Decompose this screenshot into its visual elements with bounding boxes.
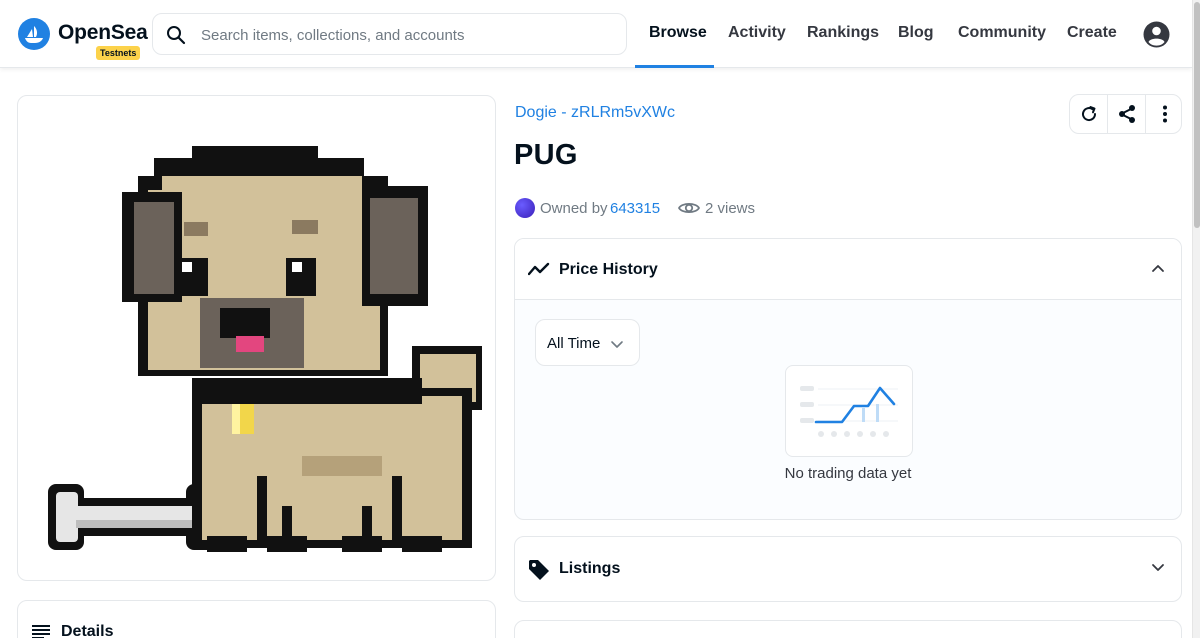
eye-icon [678,202,700,214]
more-vertical-icon [1162,105,1167,123]
chevron-up-icon [1152,265,1164,272]
owner-link[interactable]: 643315 [610,200,660,217]
details-title: Details [61,623,114,638]
pug-pixel-art-image [48,146,482,552]
refresh-icon [1081,106,1096,122]
more-options-button[interactable] [1146,95,1183,133]
trending-icon [528,262,550,276]
opensea-logo-icon [18,18,50,50]
chevron-down-icon [611,341,623,348]
no-trading-data-message: No trading data yet [784,465,912,482]
search-bar [152,13,627,55]
nav-blog[interactable]: Blog [898,24,934,42]
collection-link[interactable]: Dogie - zRLRm5vXWc [515,104,675,122]
top-navbar: OpenSea Testnets Browse Activity Ranking… [0,0,1192,68]
time-range-value: All Time [547,335,601,352]
chart-placeholder-icon [800,386,898,437]
time-range-select[interactable]: All Time [535,319,640,366]
price-history-header[interactable]: Price History [515,239,1181,300]
listings-panel-header[interactable]: Listings [514,536,1182,602]
chevron-down-icon [1152,564,1164,571]
nav-browse[interactable]: Browse [649,24,707,42]
page-scrollbar[interactable] [1192,0,1200,638]
nft-image-card[interactable] [17,95,496,581]
share-icon [1118,105,1135,123]
refresh-button[interactable] [1070,95,1107,133]
tag-icon [529,560,549,580]
opensea-logo[interactable]: OpenSea Testnets [18,16,148,62]
brand-name: OpenSea [58,21,148,44]
views-count: 2 views [705,200,756,217]
empty-chart-illustration [785,365,913,457]
search-icon [167,26,186,45]
search-input[interactable] [201,24,611,46]
nav-create[interactable]: Create [1067,24,1117,42]
offers-panel-header[interactable] [514,620,1182,638]
nav-community[interactable]: Community [958,24,1046,42]
item-action-buttons [1069,94,1182,134]
account-circle-icon[interactable] [1143,21,1170,48]
nav-rankings[interactable]: Rankings [807,24,879,42]
share-button[interactable] [1108,95,1145,133]
details-panel-header[interactable]: Details [17,600,496,638]
scrollbar-thumb[interactable] [1194,2,1200,228]
owner-avatar[interactable] [515,198,535,218]
nav-activity[interactable]: Activity [728,24,786,42]
nav-active-indicator [635,65,714,68]
owned-by-label: Owned by [540,200,608,217]
item-title: PUG [514,139,578,171]
price-history-panel: Price History All Time No trading data y… [514,238,1182,520]
testnets-badge: Testnets [96,46,141,60]
listings-title: Listings [559,560,621,577]
details-list-icon [32,625,50,638]
price-history-title: Price History [559,261,658,278]
